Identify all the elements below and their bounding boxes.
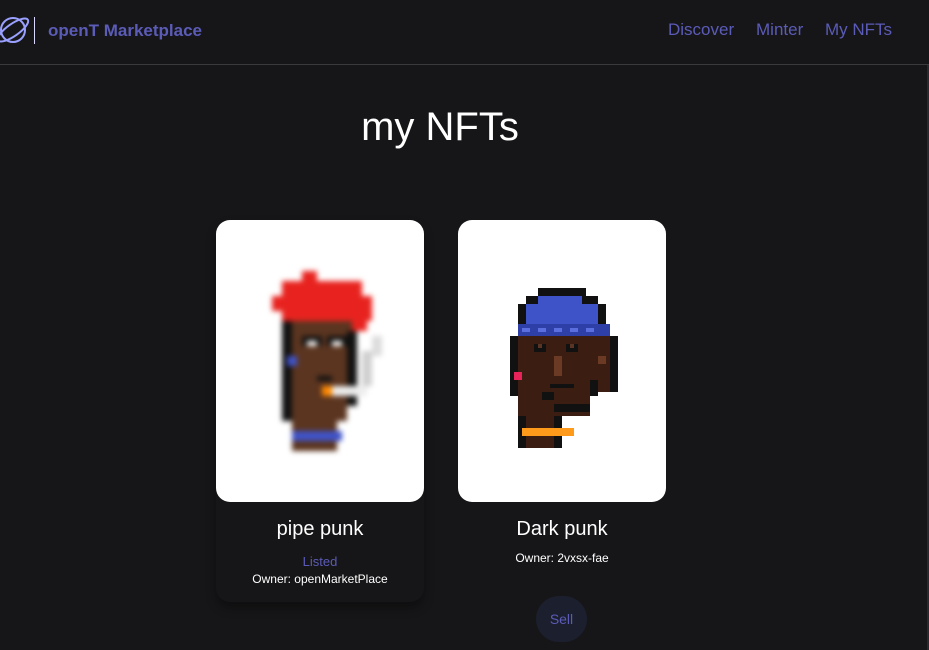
nft-image[interactable] (458, 220, 666, 502)
sell-button[interactable]: Sell (536, 596, 587, 642)
brand-link[interactable]: openT Marketplace (48, 21, 202, 41)
nft-owner: Owner: openMarketPlace (252, 572, 388, 586)
logo-divider (34, 17, 35, 44)
nft-name: pipe punk (276, 518, 364, 540)
nft-owner: Owner: 2vxsx-fae (515, 551, 609, 565)
planet-icon[interactable] (0, 11, 32, 49)
nav-discover[interactable]: Discover (668, 20, 734, 40)
pixel-punk-blue-beanie-icon (510, 288, 618, 448)
page-title: my NFTs (361, 105, 519, 149)
nft-status-listed: Listed (302, 554, 338, 569)
nav-my-nfts[interactable]: My NFTs (825, 20, 892, 40)
pixel-punk-red-hair-pipe-icon (272, 271, 382, 451)
nft-card: pipe punk Listed Owner: openMarketPlace (216, 220, 424, 602)
nft-name: Dark punk (516, 518, 608, 540)
nft-image[interactable] (216, 220, 424, 502)
nft-card: Dark punk Owner: 2vxsx-fae (458, 220, 666, 565)
top-header: openT Marketplace Discover Minter My NFT… (0, 0, 929, 65)
nav-minter[interactable]: Minter (756, 20, 803, 40)
